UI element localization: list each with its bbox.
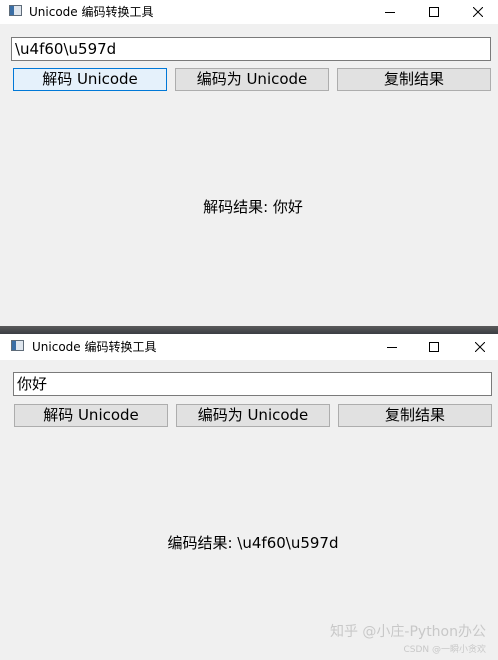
- maximize-icon: [429, 342, 439, 352]
- encode-button[interactable]: 编码为 Unicode: [175, 68, 329, 91]
- result-label: 解码结果: 你好: [203, 198, 303, 216]
- window-decode: Unicode 编码转换工具 \u4f60\u597d 解码 Unicode 编…: [0, 0, 498, 326]
- window-title: Unicode 编码转换工具: [29, 5, 154, 19]
- minimize-icon: [385, 12, 395, 13]
- copy-result-button[interactable]: 复制结果: [338, 404, 492, 427]
- decode-button[interactable]: 解码 Unicode: [13, 68, 167, 91]
- window-divider: [0, 326, 498, 334]
- watermark-zhihu: 知乎 @小庄-Python办公: [329, 624, 486, 640]
- title-bar[interactable]: Unicode 编码转换工具: [0, 0, 498, 24]
- minimize-button[interactable]: [370, 0, 410, 24]
- maximize-button[interactable]: [414, 0, 454, 24]
- close-icon: [473, 7, 483, 17]
- close-button[interactable]: [460, 334, 498, 360]
- maximize-icon: [429, 7, 439, 17]
- minimize-icon: [387, 347, 397, 348]
- decode-button[interactable]: 解码 Unicode: [14, 404, 168, 427]
- unicode-input[interactable]: \u4f60\u597d: [11, 37, 491, 61]
- encode-button[interactable]: 编码为 Unicode: [176, 404, 330, 427]
- result-label: 编码结果: \u4f60\u597d: [167, 534, 339, 552]
- app-icon: [9, 5, 22, 16]
- copy-result-button[interactable]: 复制结果: [337, 68, 491, 91]
- title-bar[interactable]: Unicode 编码转换工具: [0, 334, 498, 360]
- window-title: Unicode 编码转换工具: [32, 340, 157, 354]
- app-icon: [11, 340, 24, 351]
- maximize-button[interactable]: [414, 334, 454, 360]
- close-icon: [475, 342, 485, 352]
- window-encode: Unicode 编码转换工具 你好 解码 Unicode 编码为 Unicode…: [0, 334, 498, 660]
- close-button[interactable]: [458, 0, 498, 24]
- minimize-button[interactable]: [372, 334, 412, 360]
- unicode-input[interactable]: 你好: [13, 372, 492, 396]
- watermark-csdn: CSDN @一瞬小贪欢: [403, 645, 486, 655]
